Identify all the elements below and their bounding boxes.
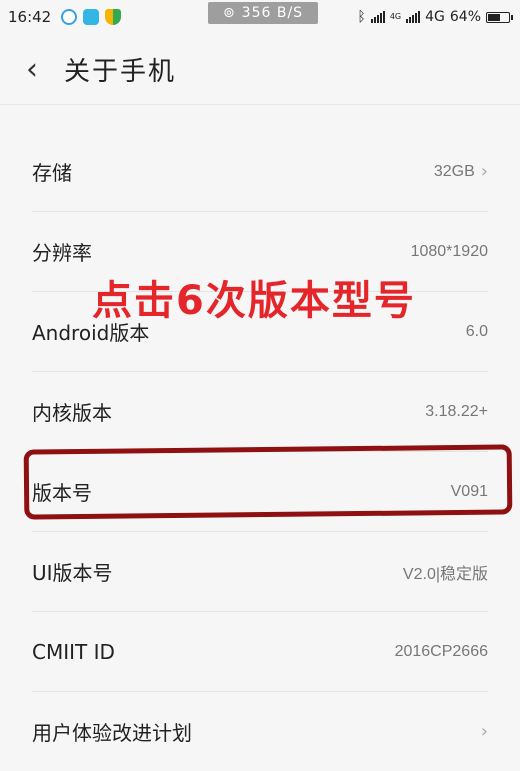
settings-row[interactable]: 内核版本 3.18.22+: [32, 372, 488, 452]
settings-row[interactable]: UI版本号 V2.0|稳定版: [32, 532, 488, 612]
status-bar: 16:42 ⊚ 356 B/S ᛒ 4G 4G 64%: [0, 0, 520, 34]
settings-row[interactable]: 用户体验改进计划 ›: [32, 692, 488, 771]
status-time: 16:42: [8, 8, 52, 26]
settings-row-label: 内核版本: [32, 401, 112, 425]
app-grid-icon: [83, 9, 100, 25]
battery-fill: [488, 13, 500, 21]
hotspot-icon: ⊚: [222, 5, 236, 21]
battery-icon: [486, 11, 513, 23]
settings-row-value: 2016CP2666: [394, 642, 488, 660]
settings-row[interactable]: 存储 32GB ›: [32, 132, 488, 212]
header-divider: [0, 104, 520, 105]
highlight-box: [23, 444, 513, 520]
small-4g-label: 4G: [389, 12, 402, 21]
page-title: 关于手机: [64, 56, 177, 87]
back-button[interactable]: ‹: [0, 34, 64, 104]
chevron-left-icon: ‹: [26, 51, 38, 87]
settings-row-value: 3.18.22+: [425, 402, 488, 420]
annotation-text: 点击6次版本型号: [92, 278, 416, 324]
chevron-right-icon: ›: [480, 161, 488, 182]
net-speed-indicator: ⊚ 356 B/S: [208, 2, 318, 24]
network-type: 4G: [425, 9, 445, 25]
signal-icon-secondary: [406, 11, 421, 23]
settings-row-value: 6.0: [465, 322, 488, 340]
app-header: ‹ 关于手机: [0, 34, 520, 104]
settings-row-value: 1080*1920: [410, 242, 488, 260]
settings-row-label: 存储: [32, 161, 72, 185]
settings-row-label: 分辨率: [32, 241, 92, 265]
chevron-right-icon: ›: [480, 721, 488, 742]
settings-row-label: CMIIT ID: [32, 639, 115, 664]
settings-row-value: 32GB: [433, 162, 475, 180]
settings-row-label: UI版本号: [32, 561, 113, 585]
settings-row[interactable]: CMIIT ID 2016CP2666: [32, 612, 488, 692]
net-speed-text: 356 B/S: [241, 5, 304, 21]
bluetooth-icon: ᛒ: [357, 9, 366, 25]
settings-row-value: V2.0|稳定版: [402, 565, 488, 583]
settings-row-label: 用户体验改进计划: [32, 721, 192, 745]
signal-icon: [370, 11, 385, 23]
battery-percent: 64%: [449, 9, 481, 25]
qq-icon: [61, 9, 78, 25]
shield-icon: [105, 9, 122, 25]
